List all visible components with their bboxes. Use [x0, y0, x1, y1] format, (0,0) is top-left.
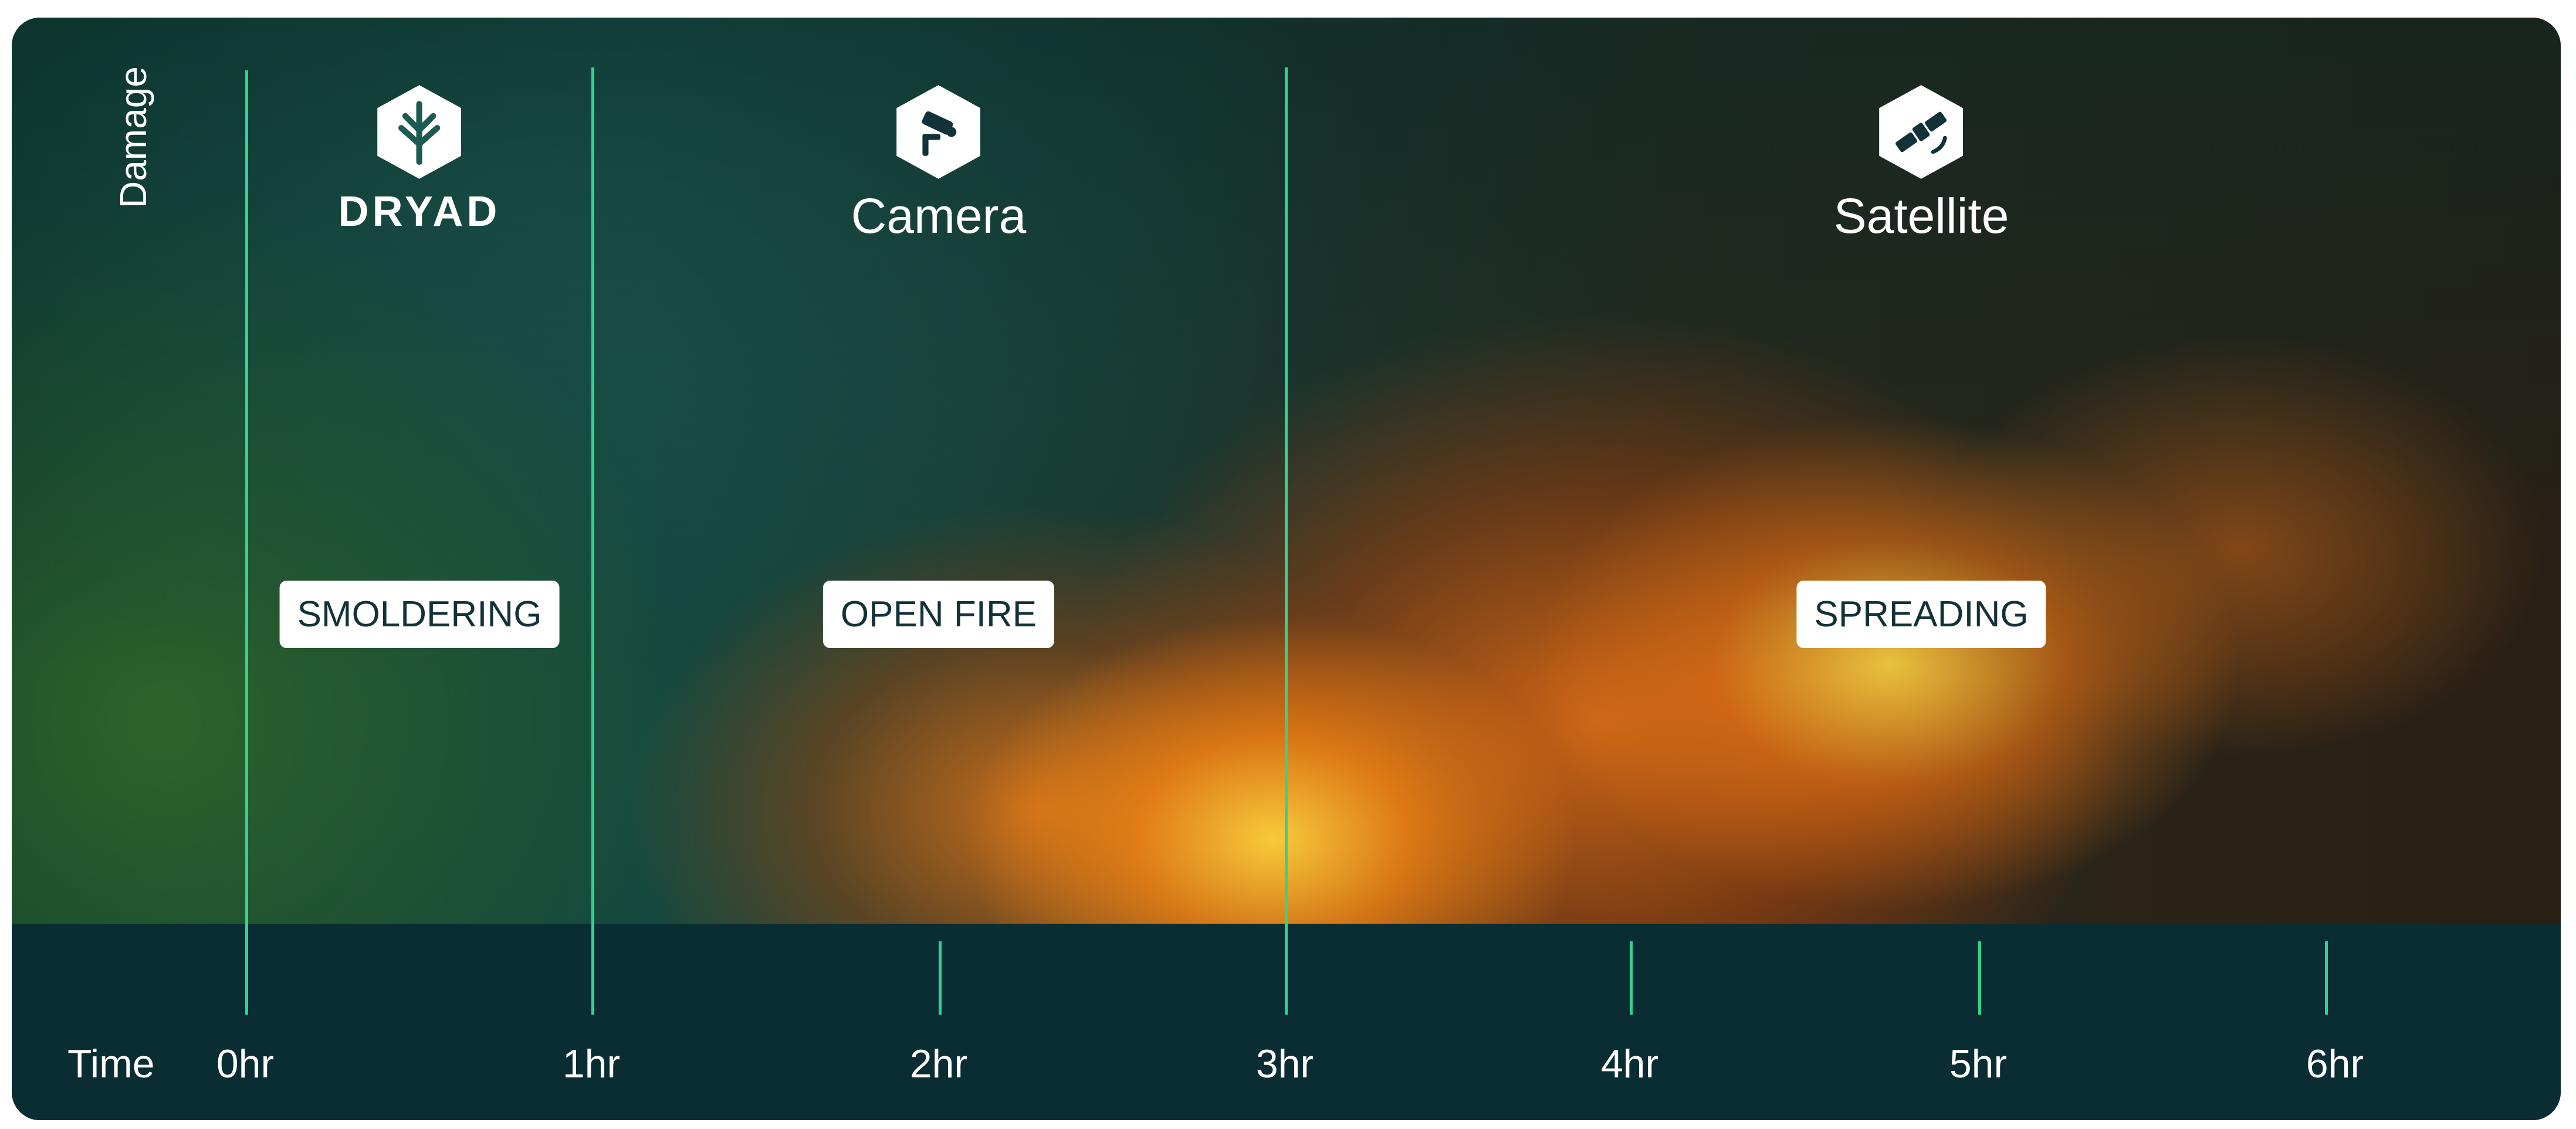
tick-label-5hr: 5hr	[1949, 1042, 2008, 1086]
tick-label-0hr: 0hr	[216, 1042, 275, 1086]
detector-label-satellite: Satellite	[1833, 188, 2009, 243]
timeline-panel: Damage Time 0hr 1hr 2hr 3hr 4hr 5hr 6hr …	[12, 18, 2561, 1120]
detector-label-camera: Camera	[851, 188, 1027, 243]
stage-badge-open-fire: OPEN FIRE	[822, 581, 1055, 648]
tick-label-6hr: 6hr	[2306, 1042, 2364, 1086]
milestone-line-0hr	[245, 70, 248, 1015]
tree-icon	[377, 85, 462, 179]
tick-6hr	[2325, 941, 2328, 1015]
camera-icon	[896, 85, 981, 179]
tick-5hr	[1978, 941, 1981, 1015]
damage-axis-label: Damage	[112, 66, 154, 208]
stage-badge-spreading: SPREADING	[1796, 581, 2046, 648]
milestone-line-1hr	[591, 67, 594, 1015]
time-axis-label: Time	[67, 1042, 155, 1086]
stage-badge-smoldering: SMOLDERING	[279, 581, 560, 648]
detector-label-dryad: DRYAD	[338, 188, 501, 235]
tick-label-2hr: 2hr	[909, 1042, 968, 1086]
tick-2hr	[939, 941, 942, 1015]
detector-camera: Camera	[851, 82, 1027, 245]
milestone-line-3hr	[1285, 67, 1288, 1015]
tick-label-3hr: 3hr	[1255, 1042, 1314, 1086]
satellite-icon	[1879, 85, 1964, 179]
tick-label-1hr: 1hr	[562, 1042, 621, 1086]
tick-4hr	[1630, 941, 1633, 1015]
detector-satellite: Satellite	[1834, 82, 2009, 245]
detector-dryad: DRYAD	[338, 82, 501, 236]
tick-label-4hr: 4hr	[1600, 1042, 1659, 1086]
